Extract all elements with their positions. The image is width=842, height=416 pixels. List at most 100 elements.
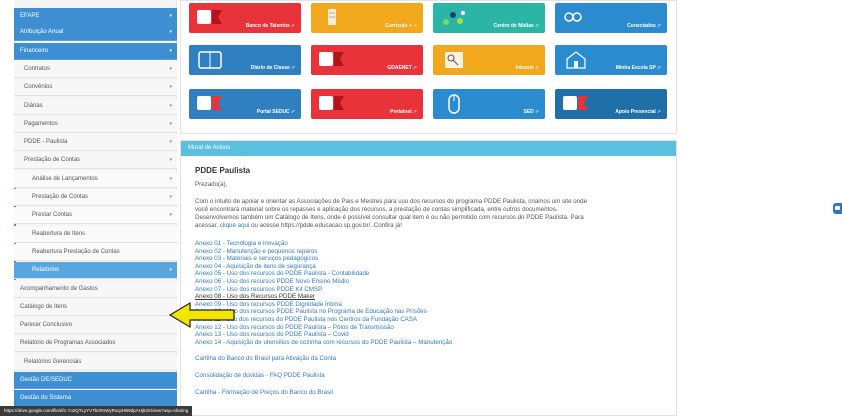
tile-label: Portalnet⇗ (390, 109, 417, 115)
faq-pdde-link[interactable]: Consolidação de dúvidas - FAQ PDDE Pauli… (195, 372, 676, 379)
sidebar-item-prestar-contas[interactable]: Prestar Contas ▾ (14, 207, 177, 225)
sp-logo-icon (197, 94, 227, 112)
sidebar-item-label: PDDE - Paulista (24, 139, 68, 146)
paragraph-line: você encontrará material sobre os repass… (195, 206, 558, 213)
mural-body: PDDE Paulista Prezado(a), Com o intuito … (181, 156, 676, 396)
annex-link[interactable]: Anexo 01 - Tecnologia e inovação (195, 240, 676, 248)
notice-title: PDDE Paulista (195, 166, 251, 175)
sidebar-item-label: Acompanhamento de Gastos (20, 285, 98, 292)
tile-gdaenet[interactable]: GDAENET⇗ (311, 45, 423, 75)
annex-link[interactable]: Anexo 04 - Aquisição de itens de seguran… (195, 263, 676, 271)
sidebar-item-gestao-de-seduc[interactable]: Gestão DE/SEDUC (14, 372, 177, 389)
mural-header: Mural de Avisos (181, 141, 676, 156)
tile-minha-escola-sp[interactable]: Minha Escola SP⇗ (555, 45, 667, 75)
browser-status-url: https://drive.google.com/file/d/1-7o2QTL… (0, 406, 193, 416)
sidebar-item-label: Prestação de Contas (24, 157, 81, 164)
tile-banco-de-talentos[interactable]: Banco de Talentos⇗ (189, 3, 301, 33)
sidebar-item-label: Financeiro (20, 47, 49, 54)
tile-label: Minha Escola SP⇗ (615, 65, 661, 71)
sidebar-item-efape[interactable]: EFAPE ▾ (14, 8, 177, 25)
chevron-down-icon: ▾ (169, 13, 172, 19)
chat-icon[interactable] (833, 203, 842, 214)
tile-label: Intranet⇗ (515, 65, 539, 71)
cartilha-banco-brasil-link[interactable]: Cartilha do Banco do Brasil para Ativaçã… (195, 355, 676, 362)
tile-sed[interactable]: SED⇗ (433, 89, 545, 119)
annex-link[interactable]: Anexo 13 - Uso dos recursos do PDDE Paul… (195, 331, 676, 339)
sidebar-item-label: Pagamentos (24, 120, 58, 127)
sidebar-item-prestacao-de-contas-sub[interactable]: Prestação de Contas ▾ (14, 189, 177, 206)
sidebar-item-relatorio-programas[interactable]: Relatório de Programas Associados (14, 335, 177, 353)
tile-portal-seduc[interactable]: Portal SEDUC⇗ (189, 89, 301, 119)
annex-link[interactable]: Anexo 03 - Materiais e serviços pedagógi… (195, 255, 676, 263)
annex-list: Anexo 01 - Tecnologia e inovação Anexo 0… (195, 240, 676, 346)
tile-diario-de-classe[interactable]: Diário de Classe⇗ (189, 45, 301, 75)
tile-label: Diário de Classe⇗ (250, 65, 295, 71)
annex-link[interactable]: Anexo 12 - Uso dos recursos do PDDE Paul… (195, 324, 676, 332)
sidebar-item-pagamentos[interactable]: Pagamentos ▾ (14, 115, 177, 133)
tile-apoio-presencial[interactable]: Apoio Presencial⇗ (555, 89, 667, 119)
sidebar-item-parecer-conclusivo[interactable]: Parecer Conclusivo (14, 317, 177, 335)
sidebar-item-diarias[interactable]: Diárias ▾ (14, 97, 177, 115)
sidebar-item-pdde-paulista[interactable]: PDDE - Paulista ▾ (14, 134, 177, 152)
sidebar-item-label: Gestão do Sistema (20, 395, 72, 402)
tile-label: Currículo +⇗ (385, 23, 417, 29)
annex-link[interactable]: Anexo 14 - Aquisição de utensílios de co… (195, 339, 676, 347)
formacao-precos-link[interactable]: Cartilha - Formação de Preços do Banco d… (195, 389, 676, 396)
tile-portalnet[interactable]: Portalnet⇗ (311, 89, 423, 119)
annex-link[interactable]: Anexo 07 - Uso dos recursos PDDE Kit CMS… (195, 286, 676, 294)
sidebar-item-reabertura-prestacao[interactable]: Reabertura Prestação de Contas (14, 243, 177, 261)
tile-centro-de-midias[interactable]: Centro de Mídias⇗ (433, 3, 545, 33)
sidebar-item-label: Prestação de Contas (32, 194, 89, 200)
chevron-down-icon: ▾ (169, 157, 172, 164)
sidebar-item-relatorios-gerenciais[interactable]: Relatórios Gerenciais (14, 353, 177, 371)
sp-logo-icon (563, 94, 593, 112)
sidebar-item-label: Relatório de Programas Associados (20, 340, 116, 347)
tile-curriculo[interactable]: Currículo +⇗ (311, 3, 423, 33)
tile-label: Banco de Talentos⇗ (245, 23, 295, 29)
sidebar-item-relatorios[interactable]: Relatórios ▾ (14, 262, 177, 280)
chevron-down-icon: ▾ (169, 65, 172, 72)
tile-intranet[interactable]: Intranet⇗ (433, 45, 545, 75)
annex-link[interactable]: Anexo 09 - Uso dos recursos PDDE Dignida… (195, 301, 676, 309)
document-icon (319, 7, 345, 29)
sidebar-item-acompanhamento-de-gastos[interactable]: Acompanhamento de Gastos (14, 280, 177, 298)
sidebar-item-prestacao-de-contas[interactable]: Prestação de Contas ▾ (14, 152, 177, 170)
clique-aqui-link[interactable]: clique aqui (220, 222, 250, 229)
sidebar-item-catalogo-de-itens[interactable]: Catálogo de Itens (14, 298, 177, 316)
chevron-down-icon: ▾ (169, 102, 172, 109)
mouse-icon (441, 93, 467, 115)
intranet-icon (441, 49, 467, 71)
notice-greeting: Prezado(a), (195, 181, 228, 188)
chevron-down-icon: ▾ (169, 267, 172, 274)
chevron-down-icon: ▾ (169, 29, 172, 36)
sidebar-item-label: Prestar Contas (32, 212, 73, 219)
annex-link[interactable]: Anexo 02 - Manutenção e pequenos reparos (195, 248, 676, 256)
tile-label: Conectados⇗ (627, 23, 661, 29)
sidebar-item-label: Análise de Lançamentos (32, 175, 98, 182)
tile-conectados[interactable]: Conectados⇗ (555, 3, 667, 33)
annex-link[interactable]: Anexo 08 - Uso dos Recursos PDDE Maker (195, 293, 676, 301)
annex-link[interactable]: Anexo 05 - Uso dos recursos do PDDE Paul… (195, 270, 676, 278)
tile-label: SED⇗ (523, 109, 539, 115)
mural-de-avisos-panel: Mural de Avisos PDDE Paulista Prezado(a)… (180, 140, 677, 416)
sidebar-item-label: Parecer Conclusivo (20, 322, 73, 329)
sidebar-item-label: Convênios (24, 84, 53, 91)
annex-link[interactable]: Anexo 10 - Uso dos recursos PDDE Paulist… (195, 308, 676, 316)
sidebar-item-analise-de-lancamentos[interactable]: Análise de Lançamentos ▾ (14, 170, 177, 188)
sidebar-item-financeiro[interactable]: Financeiro ▾ (14, 42, 177, 60)
notice-paragraph: Com o intuito de apoiar e orientar as As… (195, 198, 665, 230)
school-icon (563, 49, 589, 71)
tile-label: Centro de Mídias⇗ (493, 23, 540, 29)
sidebar-item-label: Atribuição Anual (20, 29, 64, 36)
sidebar-item-convenios[interactable]: Convênios ▾ (14, 79, 177, 97)
annex-link[interactable]: Anexo 06 - Uso dos recursos PDDE Novo En… (195, 278, 676, 286)
tile-label: Portal SEDUC⇗ (256, 109, 295, 115)
sidebar-item-contratos[interactable]: Contratos ▾ (14, 60, 177, 78)
sidebar-item-gestao-do-sistema[interactable]: Gestão do Sistema (14, 390, 177, 408)
sidebar-item-atribuicao-anual[interactable]: Atribuição Anual ▾ (14, 24, 177, 42)
chevron-down-icon: ▾ (169, 212, 172, 219)
sidebar-item-reabertura-de-itens[interactable]: Reabertura de Itens (14, 225, 177, 243)
annex-link[interactable]: Anexo 11 - Uso dos recursos do PDDE Paul… (195, 316, 676, 324)
systems-tiles-panel: Banco de Talentos⇗ Currículo +⇗ Centro d… (180, 0, 677, 134)
sp-logo-icon (319, 50, 349, 68)
